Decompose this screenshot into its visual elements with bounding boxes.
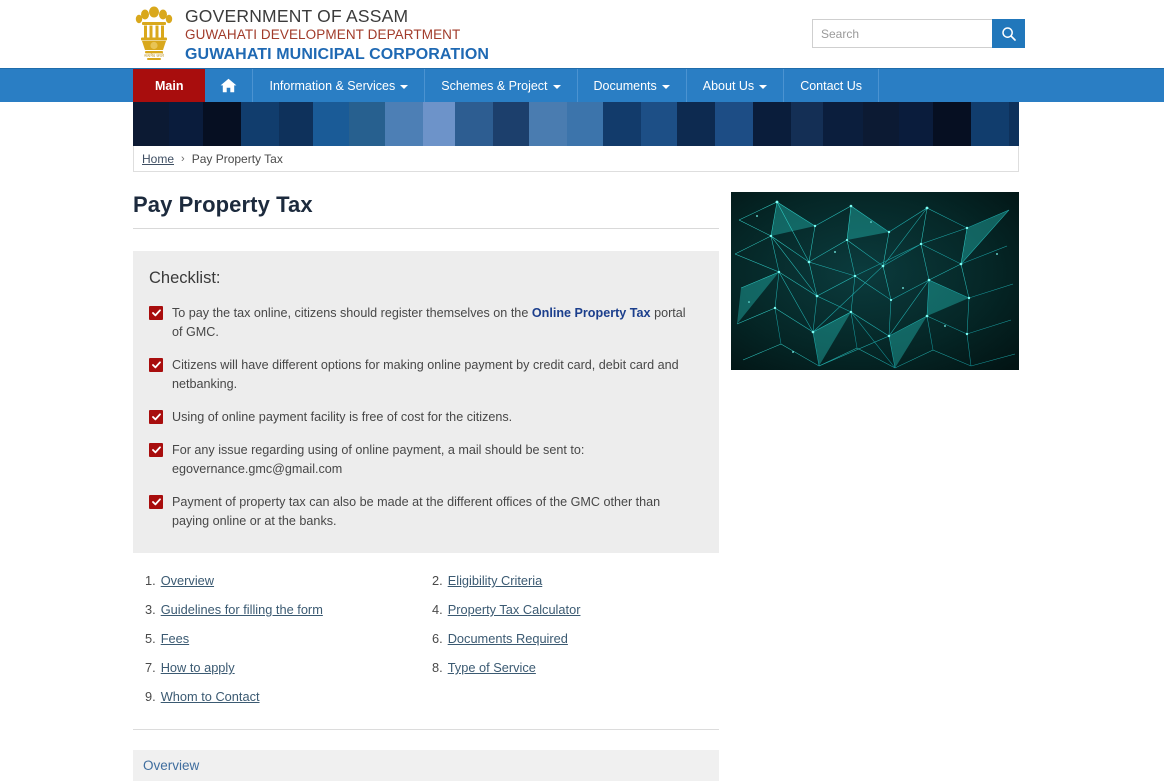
list-item-number: 2.: [432, 573, 443, 588]
list-item-number: 1.: [145, 573, 156, 588]
checkbox-checked-icon: [149, 358, 163, 372]
nav-label-about-us: About Us: [702, 78, 755, 93]
list-item-number: 6.: [432, 631, 443, 646]
checklist-item-text: Payment of property tax can also be made…: [172, 495, 661, 528]
page-title: Pay Property Tax: [133, 192, 313, 217]
nav-item-schemes-project[interactable]: Schemes & Project: [425, 69, 578, 102]
site-header: सत्यमेव जयते GOVERNMENT OF ASSAM GUWAHAT…: [0, 0, 1164, 68]
list-item-number: 4.: [432, 602, 443, 617]
chevron-down-icon: [759, 84, 768, 89]
list-item-number: 5.: [145, 631, 156, 646]
checklist-item: For any issue regarding using of online …: [149, 441, 697, 479]
breadcrumb: Home › Pay Property Tax: [133, 146, 1019, 172]
link-how-to-apply[interactable]: How to apply: [161, 660, 235, 675]
page-container: Home › Pay Property Tax Pay Property Tax…: [133, 102, 1019, 784]
check-icon: [151, 309, 161, 317]
breadcrumb-current: Pay Property Tax: [191, 151, 283, 166]
department-line: GUWAHATI DEVELOPMENT DEPARTMENT: [185, 27, 461, 42]
checklist-item-text: To pay the tax online, citizens should r…: [172, 304, 697, 342]
list-item: 1. Overview: [145, 573, 432, 588]
search-input[interactable]: [812, 19, 992, 48]
nav-label-documents: Documents: [593, 78, 657, 93]
list-item: 5. Fees: [145, 631, 432, 646]
list-item-number: 3.: [145, 602, 156, 617]
svg-text:सत्यमेव जयते: सत्यमेव जयते: [144, 53, 164, 58]
link-overview[interactable]: Overview: [161, 573, 214, 588]
online-property-tax-link[interactable]: Online Property Tax: [532, 306, 651, 320]
government-line: GOVERNMENT OF ASSAM: [185, 6, 409, 26]
list-item-number: 7.: [145, 660, 156, 675]
nav-item-home[interactable]: [205, 69, 254, 102]
checklist-heading: Checklist:: [149, 269, 221, 287]
abstract-network-mesh-image: [731, 192, 1019, 370]
chevron-down-icon: [400, 84, 409, 89]
checklist-item-text: Using of online payment facility is free…: [172, 410, 513, 424]
decorative-banner-stripes: [133, 102, 1019, 146]
main-content-column: Pay Property Tax Checklist: To pay the t…: [133, 192, 719, 784]
chevron-down-icon: [661, 84, 670, 89]
link-whom-to-contact[interactable]: Whom to Contact: [161, 689, 260, 704]
checkbox-checked-icon: [149, 410, 163, 424]
checklist-item: Payment of property tax can also be made…: [149, 493, 697, 531]
checkbox-checked-icon: [149, 495, 163, 509]
list-item: 9. Whom to Contact: [145, 689, 432, 704]
organization-line: GUWAHATI MUNICIPAL CORPORATION: [185, 46, 490, 63]
check-icon: [151, 413, 161, 421]
list-item: 3. Guidelines for filling the form: [145, 602, 432, 617]
search-icon: [1001, 26, 1016, 41]
section-link-list: 1. Overview 2. Eligibility Criteria 3. G…: [133, 573, 719, 718]
title-divider: [133, 228, 719, 229]
main-navigation: Main Information & Services Schemes & Pr…: [0, 68, 1164, 102]
nav-label-contact-us: Contact Us: [800, 78, 863, 93]
list-item: 8. Type of Service: [432, 660, 719, 675]
link-guidelines-for-filling-the-form[interactable]: Guidelines for filling the form: [161, 602, 323, 617]
checklist-item-text: For any issue regarding using of online …: [172, 443, 585, 476]
list-item-number: 9.: [145, 689, 156, 704]
nav-item-documents[interactable]: Documents: [578, 69, 687, 102]
link-eligibility-criteria[interactable]: Eligibility Criteria: [448, 573, 543, 588]
nav-label-main: Main: [155, 78, 184, 93]
link-type-of-service[interactable]: Type of Service: [448, 660, 536, 675]
nav-item-main[interactable]: Main: [133, 69, 206, 102]
nav-label-information-services: Information & Services: [269, 78, 396, 93]
list-item: 6. Documents Required: [432, 631, 719, 646]
checklist-item: Citizens will have different options for…: [149, 356, 697, 394]
checkbox-checked-icon: [149, 306, 163, 320]
list-divider: [133, 729, 719, 730]
list-item: 2. Eligibility Criteria: [432, 573, 719, 588]
checklist-item-text: Citizens will have different options for…: [172, 358, 679, 391]
brand-block: सत्यमेव जयते GOVERNMENT OF ASSAM GUWAHAT…: [133, 4, 489, 65]
link-documents-required[interactable]: Documents Required: [448, 631, 568, 646]
sidebar-column: [731, 192, 1019, 784]
checklist-panel: Checklist: To pay the tax online, citize…: [133, 251, 719, 553]
list-item-number: 8.: [432, 660, 443, 675]
check-icon: [151, 498, 161, 506]
nav-item-contact-us[interactable]: Contact Us: [784, 69, 880, 102]
overview-section-heading: Overview: [133, 750, 719, 781]
search-button[interactable]: [992, 19, 1025, 48]
search-box[interactable]: [812, 19, 1025, 48]
nav-item-about-us[interactable]: About Us: [687, 69, 785, 102]
ashoka-emblem-icon: सत्यमेव जयते: [135, 6, 173, 60]
checklist-item: Using of online payment facility is free…: [149, 408, 697, 427]
check-icon: [151, 361, 161, 369]
checklist-item: To pay the tax online, citizens should r…: [149, 304, 697, 342]
chevron-down-icon: [552, 84, 561, 89]
checkbox-checked-icon: [149, 443, 163, 457]
breadcrumb-home-link[interactable]: Home: [142, 152, 174, 166]
nav-label-schemes-project: Schemes & Project: [441, 78, 548, 93]
link-fees[interactable]: Fees: [161, 631, 189, 646]
nav-item-information-services[interactable]: Information & Services: [253, 69, 426, 102]
content-row: Pay Property Tax Checklist: To pay the t…: [133, 192, 1019, 784]
list-item: 7. How to apply: [145, 660, 432, 675]
checklist-item-pre: To pay the tax online, citizens should r…: [172, 306, 532, 320]
list-item: 4. Property Tax Calculator: [432, 602, 719, 617]
check-icon: [151, 446, 161, 454]
link-property-tax-calculator[interactable]: Property Tax Calculator: [448, 602, 581, 617]
home-icon: [221, 78, 237, 93]
breadcrumb-separator: ›: [181, 152, 185, 165]
